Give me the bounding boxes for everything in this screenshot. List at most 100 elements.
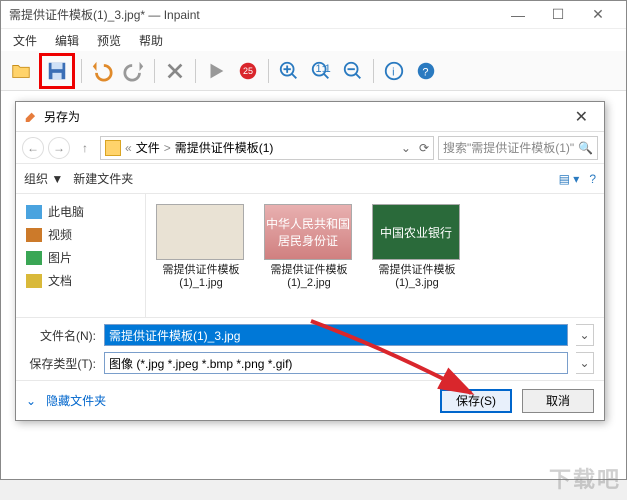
separator	[154, 59, 155, 83]
cancel-tool-button[interactable]	[161, 57, 189, 85]
thumb-text: 中华人民共和国 居民身份证	[266, 215, 350, 249]
pictures-icon	[26, 251, 42, 265]
menu-file[interactable]: 文件	[5, 30, 45, 51]
separator	[268, 59, 269, 83]
dialog-title: 另存为	[44, 108, 567, 125]
zoom-out-button[interactable]	[339, 57, 367, 85]
filetype-select[interactable]: 图像 (*.jpg *.jpeg *.bmp *.png *.gif)	[104, 352, 568, 374]
breadcrumb-folder[interactable]: 需提供证件模板(1)	[175, 139, 274, 156]
filename-value: 需提供证件模板(1)_3.jpg	[109, 327, 240, 344]
search-icon: 🔍	[578, 141, 593, 155]
badge-count: 25	[243, 66, 253, 76]
dialog-titlebar: 另存为 ✕	[16, 102, 604, 132]
nav-back-button[interactable]: ←	[22, 137, 44, 159]
eraser-icon	[24, 108, 38, 125]
separator	[195, 59, 196, 83]
separator	[81, 59, 82, 83]
help-button[interactable]: ?	[412, 57, 440, 85]
zoom-in-button[interactable]	[275, 57, 303, 85]
svg-text:1:1: 1:1	[316, 62, 331, 74]
folder-icon	[105, 140, 121, 156]
file-thumbnail	[156, 204, 244, 260]
thumb-text: 中国农业银行	[380, 224, 452, 241]
run-button[interactable]	[202, 57, 230, 85]
search-input[interactable]: 搜索"需提供证件模板(1)" 🔍	[438, 136, 598, 160]
file-item[interactable]: 需提供证件模板(1)_1.jpg	[156, 204, 246, 290]
organize-menu[interactable]: 组织 ▼	[24, 170, 63, 187]
dialog-fields: 文件名(N): 需提供证件模板(1)_3.jpg ⌄ 保存类型(T): 图像 (…	[16, 317, 604, 380]
record-button[interactable]: 25	[234, 57, 262, 85]
filetype-value: 图像 (*.jpg *.jpeg *.bmp *.png *.gif)	[109, 355, 292, 372]
sidebar-item-documents[interactable]: 文档	[20, 269, 141, 292]
save-dialog: 另存为 ✕ ← → ↑ « 文件 > 需提供证件模板(1) ⌄ ⟳ 搜索"需提供…	[15, 101, 605, 421]
toolbar: 25 1:1 i ?	[1, 51, 626, 91]
save-button[interactable]	[43, 57, 71, 85]
menu-help[interactable]: 帮助	[131, 30, 171, 51]
breadcrumb-sep: «	[125, 141, 132, 155]
menu-edit[interactable]: 编辑	[47, 30, 87, 51]
breadcrumb-root[interactable]: 文件	[136, 139, 160, 156]
watermark: 下载吧	[549, 462, 621, 494]
sidebar-item-videos[interactable]: 视频	[20, 223, 141, 246]
info-button[interactable]: i	[380, 57, 408, 85]
chevron-down-icon[interactable]: ⌄	[26, 394, 36, 408]
hide-folders-link[interactable]: 隐藏文件夹	[46, 392, 106, 409]
dialog-body: 此电脑 视频 图片 文档 需提供证件模板(1)_1.jpg 中华人民共和国 居民…	[16, 194, 604, 317]
nav-up-button[interactable]: ↑	[74, 137, 96, 159]
file-name: 需提供证件模板(1)_2.jpg	[264, 264, 354, 290]
titlebar: 需提供证件模板(1)_3.jpg* — Inpaint — ☐ ✕	[1, 1, 626, 29]
sidebar-item-pictures[interactable]: 图片	[20, 246, 141, 269]
filetype-label: 保存类型(T):	[26, 355, 96, 372]
cancel-dialog-button[interactable]: 取消	[522, 389, 594, 413]
app-window: 需提供证件模板(1)_3.jpg* — Inpaint — ☐ ✕ 文件 编辑 …	[0, 0, 627, 480]
dialog-help-icon[interactable]: ?	[589, 172, 596, 186]
dialog-nav: ← → ↑ « 文件 > 需提供证件模板(1) ⌄ ⟳ 搜索"需提供证件模板(1…	[16, 132, 604, 164]
documents-icon	[26, 274, 42, 288]
filetype-dropdown-icon[interactable]: ⌄	[576, 352, 594, 374]
file-item[interactable]: 中国农业银行 需提供证件模板(1)_3.jpg	[372, 204, 462, 290]
cancel-label: 取消	[546, 392, 570, 409]
redo-button[interactable]	[120, 57, 148, 85]
separator	[373, 59, 374, 83]
filename-dropdown-icon[interactable]: ⌄	[576, 324, 594, 346]
save-label: 保存(S)	[456, 392, 496, 409]
file-grid: 需提供证件模板(1)_1.jpg 中华人民共和国 居民身份证 需提供证件模板(1…	[146, 194, 604, 317]
video-icon	[26, 228, 42, 242]
view-mode-button[interactable]: ▤ ▾	[559, 172, 580, 186]
sidebar-label: 图片	[48, 249, 72, 266]
svg-text:?: ?	[422, 66, 428, 78]
file-name: 需提供证件模板(1)_3.jpg	[372, 264, 462, 290]
nav-forward-button[interactable]: →	[48, 137, 70, 159]
filename-field: 文件名(N): 需提供证件模板(1)_3.jpg ⌄	[26, 324, 594, 346]
filename-label: 文件名(N):	[26, 327, 96, 344]
minimize-button[interactable]: —	[498, 3, 538, 27]
undo-button[interactable]	[88, 57, 116, 85]
maximize-button[interactable]: ☐	[538, 3, 578, 27]
close-button[interactable]: ✕	[578, 3, 618, 27]
menubar: 文件 编辑 预览 帮助	[1, 29, 626, 51]
sidebar-label: 文档	[48, 272, 72, 289]
new-folder-button[interactable]: 新建文件夹	[73, 170, 133, 187]
breadcrumb[interactable]: « 文件 > 需提供证件模板(1) ⌄ ⟳	[100, 136, 434, 160]
sidebar: 此电脑 视频 图片 文档	[16, 194, 146, 317]
open-button[interactable]	[7, 57, 35, 85]
dialog-close-button[interactable]: ✕	[567, 107, 596, 127]
breadcrumb-dropdown-icon[interactable]: ⌄	[401, 141, 411, 155]
save-highlight	[39, 53, 75, 89]
filename-input[interactable]: 需提供证件模板(1)_3.jpg	[104, 324, 568, 346]
menu-view[interactable]: 预览	[89, 30, 129, 51]
file-thumbnail: 中国农业银行	[372, 204, 460, 260]
file-name: 需提供证件模板(1)_1.jpg	[156, 264, 246, 290]
window-title: 需提供证件模板(1)_3.jpg* — Inpaint	[9, 6, 498, 23]
sidebar-label: 视频	[48, 226, 72, 243]
save-dialog-button[interactable]: 保存(S)	[440, 389, 512, 413]
svg-text:i: i	[392, 66, 394, 78]
breadcrumb-arrow: >	[164, 141, 171, 155]
sidebar-item-thispc[interactable]: 此电脑	[20, 200, 141, 223]
zoom-actual-button[interactable]: 1:1	[307, 57, 335, 85]
pc-icon	[26, 205, 42, 219]
hide-folders-label: 隐藏文件夹	[46, 392, 106, 409]
filetype-field: 保存类型(T): 图像 (*.jpg *.jpeg *.bmp *.png *.…	[26, 352, 594, 374]
refresh-icon[interactable]: ⟳	[419, 141, 429, 155]
file-item[interactable]: 中华人民共和国 居民身份证 需提供证件模板(1)_2.jpg	[264, 204, 354, 290]
